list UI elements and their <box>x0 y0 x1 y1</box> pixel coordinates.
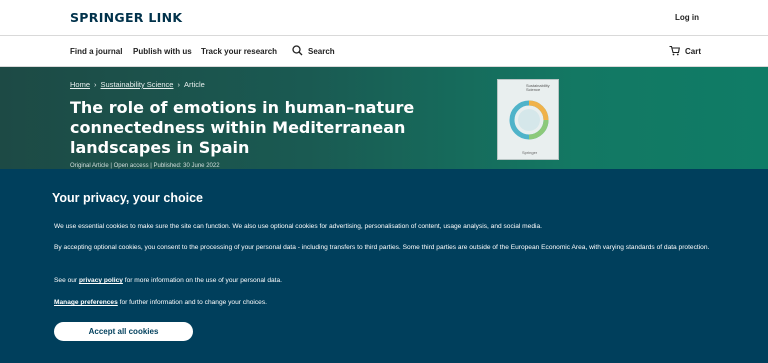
search-label: Search <box>308 47 335 56</box>
manage-preferences-link[interactable]: Manage preferences <box>54 299 118 306</box>
cookie-text-consent: By accepting optional cookies, you conse… <box>54 244 710 251</box>
cookie-text-privacy: See our privacy policy for more informat… <box>54 275 714 286</box>
breadcrumb-home[interactable]: Home <box>70 80 90 89</box>
privacy-policy-link[interactable]: privacy policy <box>79 277 123 284</box>
cookie-title: Your privacy, your choice <box>52 191 203 205</box>
cart-button[interactable]: Cart <box>669 45 701 58</box>
search-icon <box>292 45 303 58</box>
cart-icon <box>669 45 680 58</box>
breadcrumb: Home › Sustainability Science › Article <box>70 80 205 89</box>
search-button[interactable]: Search <box>292 45 335 58</box>
cover-publisher: Springer <box>522 150 538 155</box>
main-nav: Find a journal Publish with us Track you… <box>0 36 768 67</box>
article-hero: Home › Sustainability Science › Article … <box>0 67 768 169</box>
article-title: The role of emotions in human–nature con… <box>70 98 415 157</box>
chevron-right-icon: › <box>94 80 97 89</box>
breadcrumb-journal[interactable]: Sustainability Science <box>101 80 174 89</box>
find-journal-link[interactable]: Find a journal <box>70 47 122 56</box>
cookie-text-essential: We use essential cookies to make sure th… <box>54 223 542 230</box>
preferences-suffix: for further information and to change yo… <box>117 299 267 306</box>
springer-link-logo[interactable]: SPRINGER LINK <box>70 10 182 25</box>
cookie-banner: Your privacy, your choice We use essenti… <box>0 169 768 363</box>
breadcrumb-current: Article <box>183 80 205 89</box>
cover-ring-graphic <box>509 100 549 140</box>
publish-with-us-link[interactable]: Publish with us <box>133 47 192 56</box>
cover-title: Sustainability Science <box>526 83 550 92</box>
privacy-prefix: See our <box>54 277 79 284</box>
privacy-suffix: for more information on the use of your … <box>122 277 282 284</box>
chevron-right-icon: › <box>177 80 180 89</box>
cart-label: Cart <box>685 47 702 56</box>
site-header: SPRINGER LINK Log in <box>0 0 768 36</box>
journal-cover[interactable]: Sustainability Science Springer <box>497 79 559 160</box>
track-research-link[interactable]: Track your research <box>201 47 277 56</box>
accept-all-cookies-button[interactable]: Accept all cookies <box>54 322 193 341</box>
cookie-text-preferences: Manage preferences for further informati… <box>54 297 714 308</box>
login-link[interactable]: Log in <box>675 13 699 22</box>
